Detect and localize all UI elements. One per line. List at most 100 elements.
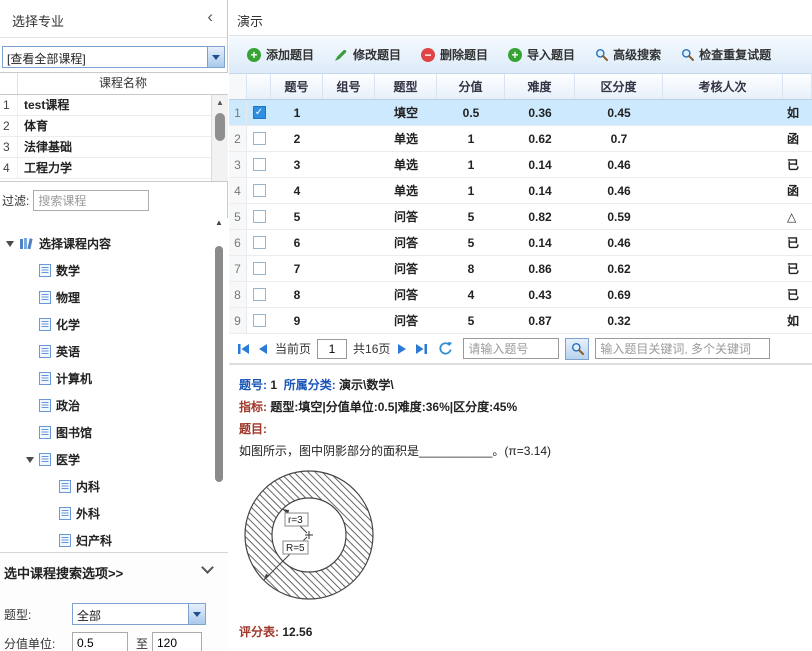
- table-row[interactable]: 44单选10.140.46函: [229, 178, 812, 204]
- tree-item[interactable]: 化学: [0, 311, 228, 338]
- question-id-search-input[interactable]: [463, 338, 559, 359]
- dropdown-arrow-icon[interactable]: [188, 604, 205, 624]
- current-page-input[interactable]: [317, 339, 347, 359]
- collapse-caret-icon[interactable]: [26, 457, 34, 467]
- question-type-dropdown[interactable]: 全部: [72, 603, 206, 625]
- score-min-input[interactable]: [72, 632, 128, 651]
- question-table-body: 1✓1填空0.50.360.45如22单选10.620.7函33单选10.140…: [229, 100, 812, 334]
- left-sidebar: 选择专业 ‹ [查看全部课程] 课程名称 1test课程2体育3法律基础4工程力…: [0, 0, 228, 651]
- row-checkbox[interactable]: [247, 256, 271, 281]
- table-row[interactable]: 99问答50.870.32如: [229, 308, 812, 334]
- course-row[interactable]: 3法律基础: [0, 137, 228, 158]
- tree-item[interactable]: 数学: [0, 257, 228, 284]
- cell-discrimination: 0.59: [575, 204, 663, 229]
- score-max-input[interactable]: [152, 632, 202, 651]
- course-filter-input[interactable]: [33, 190, 149, 211]
- column-header-type[interactable]: 题型: [375, 74, 437, 99]
- table-row[interactable]: 55问答50.820.59△: [229, 204, 812, 230]
- next-page-icon[interactable]: [396, 343, 408, 355]
- row-checkbox[interactable]: [247, 178, 271, 203]
- cell-qid: 8: [271, 282, 323, 307]
- edit-question-button[interactable]: 修改题目: [324, 41, 411, 68]
- category-value: 演示\数学\: [339, 378, 394, 392]
- column-header-qid[interactable]: 题号: [271, 74, 323, 99]
- column-header-count[interactable]: 考核人次: [663, 74, 783, 99]
- keyword-search-input[interactable]: [595, 338, 770, 359]
- delete-question-button[interactable]: − 删除题目: [411, 41, 498, 68]
- tree-item[interactable]: 计算机: [0, 365, 228, 392]
- scrollbar-thumb[interactable]: [215, 246, 223, 482]
- search-by-id-button[interactable]: [565, 338, 589, 360]
- column-header-discrimination[interactable]: 区分度: [575, 74, 663, 99]
- cell-preview: 如: [783, 100, 812, 125]
- row-checkbox[interactable]: [247, 126, 271, 151]
- main-titlebar: 演示: [229, 0, 812, 36]
- scroll-up-icon[interactable]: ▲: [215, 218, 223, 227]
- course-row[interactable]: 2体育: [0, 116, 228, 137]
- row-checkbox[interactable]: [247, 204, 271, 229]
- cell-type: 单选: [375, 178, 437, 203]
- cell-group: [323, 178, 375, 203]
- table-row[interactable]: 22单选10.620.7函: [229, 126, 812, 152]
- table-row[interactable]: 77问答80.860.62已: [229, 256, 812, 282]
- course-filter-dropdown[interactable]: [查看全部课程]: [2, 46, 225, 68]
- refresh-icon[interactable]: [438, 341, 453, 356]
- table-row[interactable]: 33单选10.140.46已: [229, 152, 812, 178]
- course-row[interactable]: 1test课程: [0, 95, 228, 116]
- tree-root[interactable]: 选择课程内容: [0, 230, 228, 257]
- scrollbar-thumb[interactable]: [215, 113, 225, 141]
- tree-item[interactable]: 英语: [0, 338, 228, 365]
- import-question-button[interactable]: + 导入题目: [498, 41, 585, 68]
- document-icon: [39, 345, 51, 358]
- tree-item[interactable]: 图书馆: [0, 419, 228, 446]
- cell-discrimination: 0.62: [575, 256, 663, 281]
- tree-item[interactable]: 政治: [0, 392, 228, 419]
- checkbox-icon: [253, 288, 266, 301]
- course-tree: 选择课程内容 数学物理化学英语计算机政治图书馆医学内科外科妇产科: [0, 218, 228, 552]
- course-row[interactable]: 4工程力学: [0, 158, 228, 179]
- cell-preview: 如: [783, 308, 812, 333]
- tree-item[interactable]: 妇产科: [0, 527, 228, 552]
- tree-item[interactable]: 物理: [0, 284, 228, 311]
- select-all-column[interactable]: [247, 74, 271, 99]
- document-icon: [39, 426, 51, 439]
- cell-difficulty: 0.82: [505, 204, 575, 229]
- course-name-column-header[interactable]: 课程名称: [18, 73, 228, 94]
- tree-scrollbar[interactable]: ▲: [215, 232, 224, 532]
- column-header-group[interactable]: 组号: [323, 74, 375, 99]
- tree-item-label: 计算机: [56, 370, 92, 387]
- prev-page-icon[interactable]: [257, 343, 269, 355]
- add-icon: +: [247, 48, 261, 62]
- cell-preview: 已: [783, 282, 812, 307]
- scroll-up-icon[interactable]: ▲: [212, 95, 228, 111]
- last-page-icon[interactable]: [414, 343, 428, 355]
- chevron-down-icon[interactable]: [201, 561, 214, 574]
- table-row[interactable]: 88问答40.430.69已: [229, 282, 812, 308]
- tree-item[interactable]: 内科: [0, 473, 228, 500]
- table-row[interactable]: 1✓1填空0.50.360.45如: [229, 100, 812, 126]
- row-checkbox[interactable]: [247, 152, 271, 177]
- collapse-panel-icon[interactable]: ‹: [207, 7, 213, 27]
- row-checkbox[interactable]: [247, 230, 271, 255]
- row-checkbox[interactable]: [247, 282, 271, 307]
- tree-item[interactable]: 外科: [0, 500, 228, 527]
- row-checkbox[interactable]: ✓: [247, 100, 271, 125]
- button-label: 检查重复试题: [699, 46, 771, 63]
- course-list-scrollbar[interactable]: ▲: [211, 95, 228, 181]
- tree-item[interactable]: 医学: [0, 446, 228, 473]
- collapse-caret-icon[interactable]: [6, 241, 14, 251]
- column-header-score[interactable]: 分值: [437, 74, 505, 99]
- advanced-search-button[interactable]: 高级搜索: [585, 41, 671, 68]
- column-header-difficulty[interactable]: 难度: [505, 74, 575, 99]
- dropdown-arrow-icon[interactable]: [207, 47, 224, 67]
- document-icon: [59, 480, 71, 493]
- table-row[interactable]: 66问答50.140.46已: [229, 230, 812, 256]
- add-question-button[interactable]: + 添加题目: [237, 41, 324, 68]
- search-options-label[interactable]: 选中课程搜索选项>>: [4, 563, 123, 582]
- sidebar-title: 选择专业: [12, 11, 64, 30]
- row-checkbox[interactable]: [247, 308, 271, 333]
- cell-score: 1: [437, 178, 505, 203]
- check-duplicates-button[interactable]: 检查重复试题: [671, 41, 781, 68]
- first-page-icon[interactable]: [237, 343, 251, 355]
- filter-label: 过滤:: [2, 190, 29, 212]
